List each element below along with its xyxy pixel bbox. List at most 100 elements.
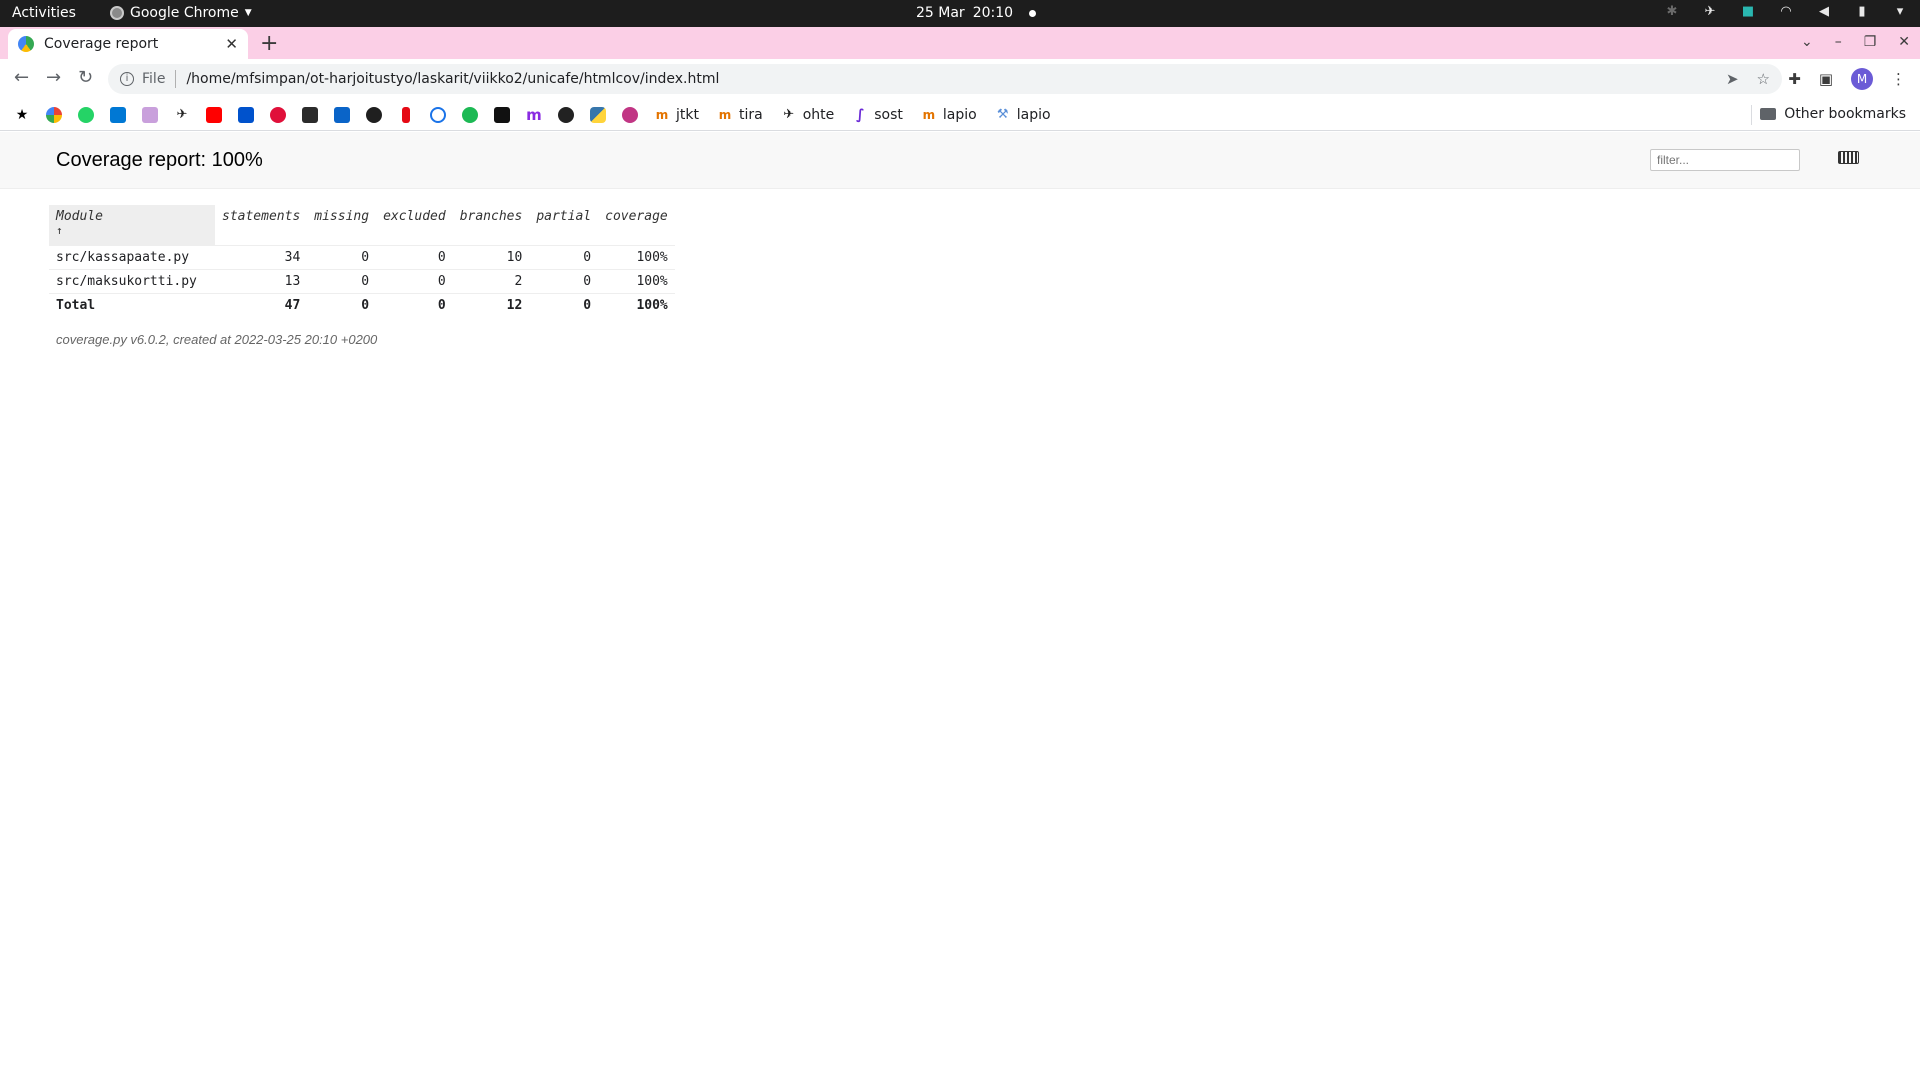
column-excluded[interactable]: excluded: [376, 205, 453, 245]
power-menu-icon[interactable]: ▾: [1892, 4, 1908, 20]
other-bookmarks[interactable]: Other bookmarks: [1760, 106, 1906, 122]
calendar-icon[interactable]: [142, 106, 158, 123]
site-info-icon[interactable]: i: [120, 72, 134, 86]
m-icon[interactable]: m: [526, 107, 542, 123]
address-actions: ➤ ☆: [1726, 70, 1770, 88]
coverage-favicon-icon: [18, 36, 34, 52]
minimize-icon[interactable]: –: [1835, 34, 1842, 50]
module-link[interactable]: src/maksukortti.py: [49, 268, 215, 293]
coverage-table: Module ↑ statements missing excluded bra…: [49, 205, 675, 317]
bookmark-label: tira: [738, 106, 763, 123]
xbox-icon[interactable]: [366, 106, 382, 123]
page-content: Coverage report: 100% Module ↑ statement…: [0, 132, 1920, 1080]
bookmark-ohte[interactable]: ✈ ohte: [781, 106, 835, 123]
battery-icon[interactable]: ▮: [1854, 4, 1870, 20]
table-header-row: Module ↑ statements missing excluded bra…: [49, 205, 675, 245]
keyboard-icon[interactable]: [1838, 151, 1859, 164]
address-scheme: File: [142, 71, 166, 87]
tab-strip: Coverage report ✕ + ⌄ – ❐ ✕: [0, 27, 1920, 59]
profile-avatar[interactable]: M: [1851, 68, 1873, 90]
bluetooth-icon[interactable]: ✱: [1664, 4, 1680, 20]
whatsapp-icon[interactable]: [78, 106, 94, 123]
bookmark-tira[interactable]: m tira: [717, 107, 763, 123]
squiggle-icon: ∫: [855, 106, 865, 123]
bird-tray-icon[interactable]: ✈: [1702, 4, 1718, 20]
bookmark-lapio-2[interactable]: ⚒ lapio: [995, 107, 1051, 123]
netflix-icon[interactable]: [402, 106, 410, 123]
column-partial[interactable]: partial: [529, 205, 598, 245]
s-icon[interactable]: [302, 106, 318, 123]
bookmark-label: ohte: [802, 106, 835, 123]
circle-icon[interactable]: [430, 106, 446, 123]
google-icon[interactable]: [46, 106, 62, 123]
tab-search-icon[interactable]: ⌄: [1801, 34, 1813, 50]
send-icon[interactable]: ➤: [1726, 70, 1739, 88]
total-coverage: 100%: [598, 292, 675, 317]
extensions-icon[interactable]: ✚: [1788, 70, 1801, 88]
cell-branches: 10: [452, 244, 530, 269]
bookmark-lapio[interactable]: m lapio: [921, 107, 977, 123]
total-excluded: 0: [376, 292, 453, 317]
close-tab-icon[interactable]: ✕: [225, 35, 238, 53]
back-icon[interactable]: ←: [14, 67, 29, 88]
bookmarks-divider: [1751, 105, 1752, 125]
page-title: Coverage report: 100%: [56, 149, 263, 171]
wifi-icon[interactable]: ◠: [1778, 4, 1794, 20]
cell-coverage: 100%: [598, 268, 675, 293]
cell-partial: 0: [529, 268, 599, 293]
restore-icon[interactable]: ❐: [1864, 34, 1877, 50]
column-module[interactable]: Module ↑: [49, 205, 215, 245]
trello-icon[interactable]: [238, 106, 254, 123]
column-coverage[interactable]: coverage: [598, 205, 675, 245]
messenger-icon[interactable]: [622, 106, 638, 123]
moodle-icon: m: [922, 107, 936, 122]
tab-title: Coverage report: [44, 36, 159, 52]
bookmark-sost[interactable]: ∫ sost: [852, 107, 903, 123]
activities-button[interactable]: Activities: [12, 5, 76, 21]
column-branches[interactable]: branches: [453, 205, 530, 245]
bird-icon[interactable]: ✈: [174, 107, 190, 123]
address-bar[interactable]: i File /home/mfsimpan/ot-harjoitustyo/la…: [108, 64, 1782, 94]
app-tray-icon[interactable]: ■: [1740, 4, 1756, 20]
window-close-icon[interactable]: ✕: [1898, 34, 1910, 50]
chrome-app-icon: [110, 6, 124, 20]
total-label: Total: [49, 292, 215, 317]
column-missing[interactable]: missing: [307, 205, 376, 245]
bookmark-label: sost: [874, 106, 903, 123]
side-panel-icon[interactable]: ▣: [1819, 70, 1833, 88]
filter-input[interactable]: [1650, 149, 1800, 171]
chart-icon[interactable]: [494, 106, 510, 123]
clock-date: 25 Mar: [916, 5, 965, 21]
github-icon[interactable]: [558, 106, 574, 123]
outlook2-icon[interactable]: [334, 106, 350, 123]
reload-icon[interactable]: ↻: [78, 67, 93, 88]
star-icon[interactable]: ★: [14, 107, 30, 123]
cell-partial: 0: [529, 244, 599, 269]
volume-icon[interactable]: ◀: [1816, 4, 1832, 20]
column-statements[interactable]: statements: [215, 205, 307, 245]
spotify-icon[interactable]: [462, 106, 478, 123]
menu-icon[interactable]: ⋮: [1891, 70, 1906, 88]
bookmark-jtkt[interactable]: m jtkt: [654, 107, 699, 123]
cell-missing: 0: [307, 268, 377, 293]
app-menu[interactable]: Google Chrome ▼: [110, 5, 252, 21]
forward-icon[interactable]: →: [46, 67, 61, 88]
module-link[interactable]: src/kassapaate.py: [49, 244, 215, 269]
system-tray[interactable]: ✱ ✈ ■ ◠ ◀ ▮ ▾: [1664, 4, 1908, 20]
bookmarks-bar: ★ ✈ m m jtkt m tira ✈ ohte ∫ sost m lapi…: [0, 99, 1920, 131]
bird-icon: ✈: [783, 106, 795, 122]
cell-coverage: 100%: [598, 244, 675, 269]
new-tab-button[interactable]: +: [260, 31, 278, 56]
arrow-icon[interactable]: [270, 106, 286, 123]
cell-missing: 0: [307, 244, 377, 269]
cell-branches: 2: [452, 268, 530, 293]
bookmark-star-icon[interactable]: ☆: [1757, 70, 1770, 88]
cell-excluded: 0: [376, 268, 453, 293]
tab-coverage-report[interactable]: Coverage report ✕: [8, 29, 248, 59]
python-icon[interactable]: [590, 106, 606, 123]
cell-statements: 34: [215, 244, 308, 269]
outlook-icon[interactable]: [110, 106, 126, 123]
youtube-icon[interactable]: [206, 106, 222, 123]
clock[interactable]: 25 Mar 20:10: [916, 5, 1037, 21]
address-url[interactable]: /home/mfsimpan/ot-harjoitustyo/laskarit/…: [186, 71, 1726, 87]
